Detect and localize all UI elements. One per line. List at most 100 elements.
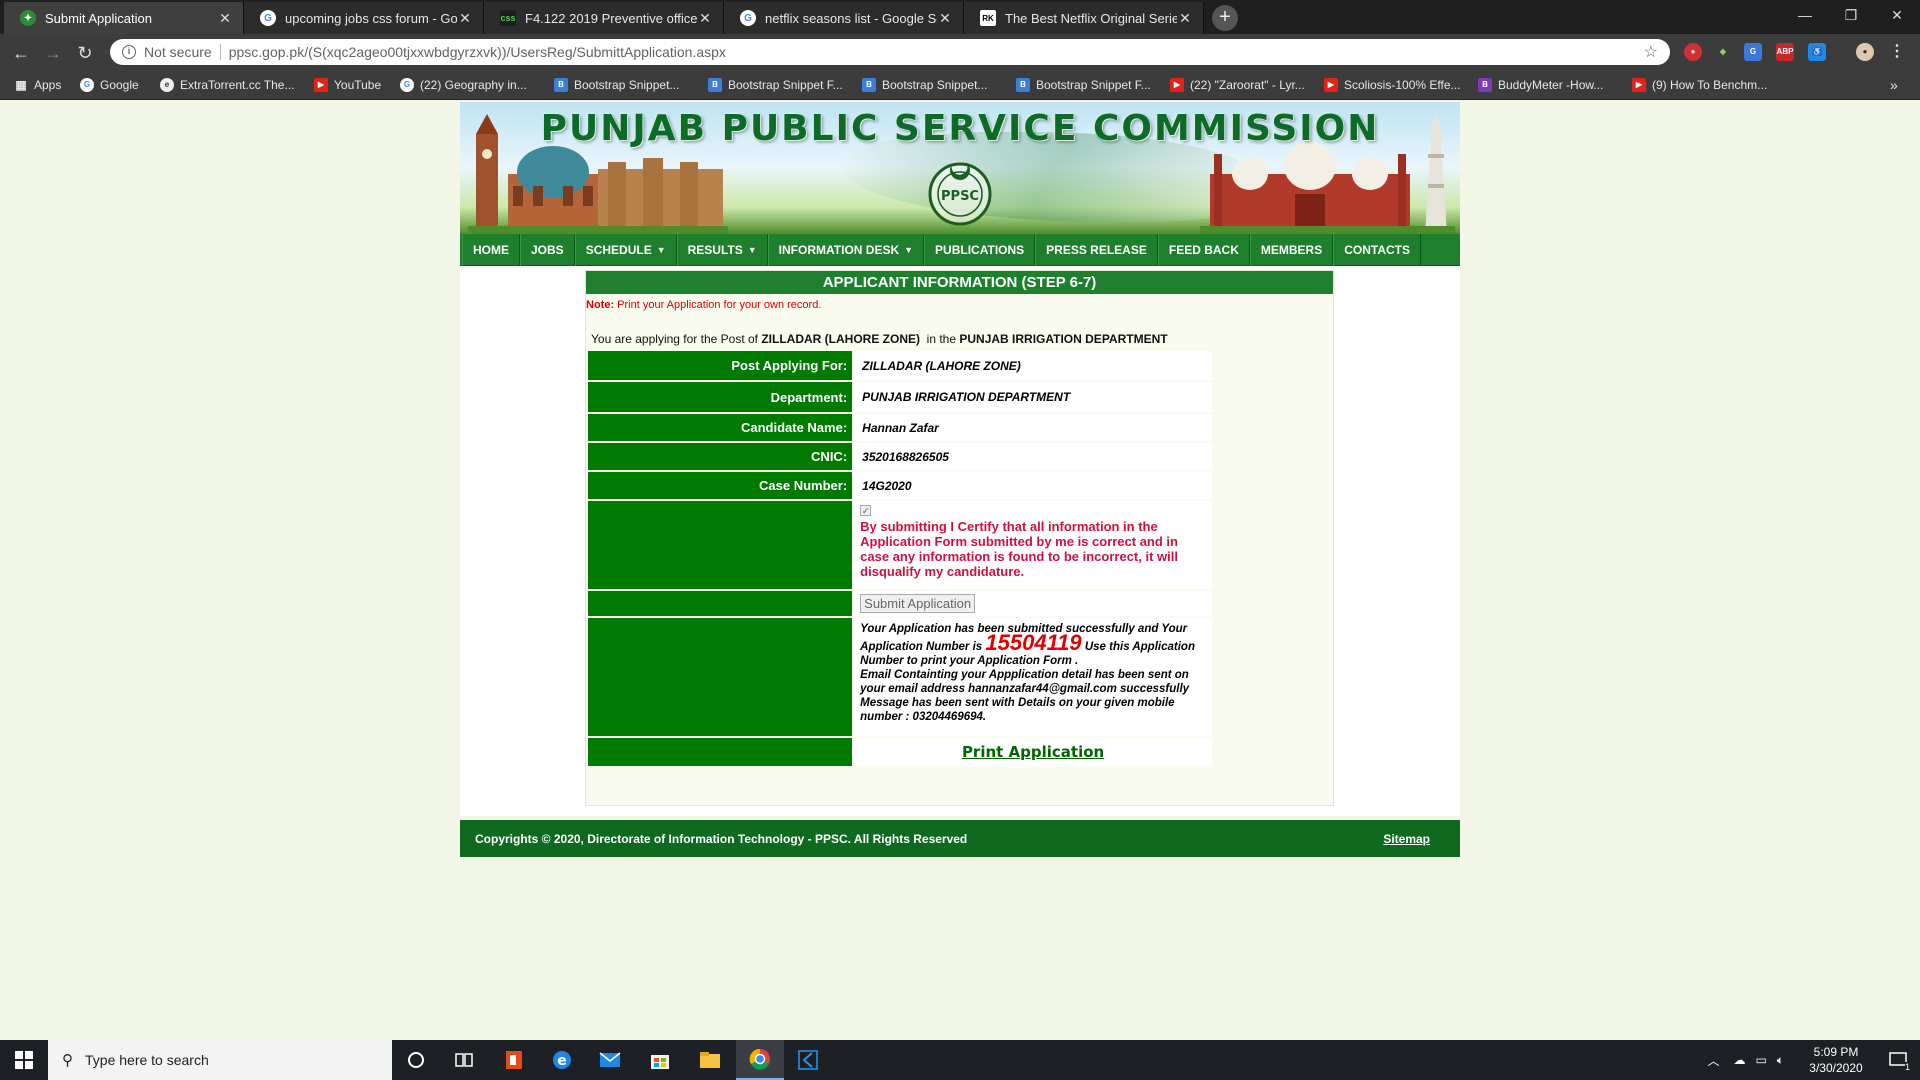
department-label: Department: [588,382,853,412]
post-label: Post Applying For: [588,351,853,380]
tab-submit-application[interactable]: ✦ Submit Application ✕ [4,2,244,34]
window-close-icon[interactable]: ✕ [1874,0,1920,30]
nav-press-release[interactable]: PRESS RELEASE [1035,234,1158,266]
store-icon[interactable] [636,1040,684,1080]
onedrive-icon[interactable]: ☁ [1733,1053,1745,1067]
menu-dots-icon[interactable]: ⋮ [1888,43,1906,61]
bookmark-google[interactable]: G Google [80,76,139,94]
adblock-plus-icon[interactable]: ABP [1776,43,1794,61]
nav-members[interactable]: MEMBERS [1249,234,1334,266]
bookmarks-overflow-button[interactable]: » [1890,76,1898,94]
extension-blue-icon[interactable]: ♿ [1808,43,1826,61]
file-explorer-icon[interactable] [686,1040,734,1080]
info-icon[interactable]: i [122,45,136,59]
caret-down-icon: ▼ [904,245,914,255]
nav-feed-back[interactable]: FEED BACK [1157,234,1250,266]
bookmark-label: YouTube [334,78,382,92]
notification-center-icon[interactable]: 1 [1876,1040,1920,1080]
nav-information-desk[interactable]: INFORMATION DESK ▼ [767,234,925,266]
nav-label: PUBLICATIONS [935,243,1025,257]
url-text[interactable]: ppsc.gop.pk/(S(xqc2ageo00tjxxwbdgyrzxvk)… [229,44,1644,60]
clock-date: 3/30/2020 [1809,1061,1863,1075]
profile-avatar[interactable]: ● [1856,43,1874,61]
close-icon[interactable]: ✕ [1177,10,1193,27]
minimize-icon[interactable]: — [1782,0,1828,30]
tab-title: netflix seasons list - Google Sear [765,10,937,26]
bookmark-bootstrap-1[interactable]: B Bootstrap Snippet... [554,76,679,94]
nav-results[interactable]: RESULTS ▼ [676,234,768,266]
tab-css-forum[interactable]: css F4.122 2019 Preventive officer - C ✕ [484,2,724,34]
tab-netflix-seasons[interactable]: G netflix seasons list - Google Sear ✕ [724,2,964,34]
clock[interactable]: 5:09 PM 3/30/2020 [1796,1044,1876,1076]
ppsc-site: PUNJAB PUBLIC SERVICE COMMISSION PPSC HO… [460,102,1460,857]
nav-label: JOBS [531,243,564,257]
browser-tab-bar: ✦ Submit Application ✕ G upcoming jobs c… [0,0,1920,34]
restore-icon[interactable]: ❐ [1828,0,1874,30]
nav-label: SCHEDULE [585,243,652,257]
cortana-icon[interactable] [392,1040,440,1080]
vscode-icon[interactable] [784,1040,832,1080]
nav-label: CONTACTS [1344,243,1410,257]
office-icon[interactable] [490,1040,538,1080]
bookmark-label: (22) "Zaroorat" - Lyr... [1190,78,1305,92]
bookmark-scoliosis[interactable]: ▶ Scoliosis-100% Effe... [1324,76,1461,94]
close-icon[interactable]: ✕ [217,10,233,27]
close-icon[interactable]: ✕ [457,10,473,27]
close-icon[interactable]: ✕ [697,10,713,27]
close-icon[interactable]: ✕ [937,10,953,27]
forward-arrow-icon[interactable]: → [42,42,64,64]
new-tab-button[interactable]: + [1212,5,1238,31]
nav-jobs[interactable]: JOBS [520,234,575,266]
bookmark-bootstrap-4[interactable]: B Bootstrap Snippet F... [1016,76,1151,94]
svg-text:e: e [557,1053,567,1069]
network-icon[interactable]: ▭ [1755,1053,1766,1067]
windows-start-button[interactable] [0,1040,48,1080]
bookmark-label: Google [100,78,139,92]
bootstrap-icon: B [708,78,722,92]
applicant-info-panel: APPLICANT INFORMATION (STEP 6-7) Note: P… [585,270,1334,806]
sitemap-link[interactable]: Sitemap [1383,832,1430,846]
bookmark-geography[interactable]: G (22) Geography in... [400,76,527,94]
nav-contacts[interactable]: CONTACTS [1333,234,1421,266]
reload-icon[interactable]: ↻ [74,42,96,64]
bookmark-bootstrap-2[interactable]: B Bootstrap Snippet F... [708,76,843,94]
extension-red-icon[interactable]: ● [1684,43,1702,61]
bookmark-benchmark[interactable]: ▶ (9) How To Benchm... [1632,76,1767,94]
chrome-icon[interactable] [736,1040,784,1080]
caret-down-icon: ▼ [747,245,757,255]
bookmark-extratorrent[interactable]: e ExtraTorrent.cc The... [160,76,295,94]
bookmark-buddymeter[interactable]: B BuddyMeter -How... [1478,76,1603,94]
chevron-up-icon[interactable]: ︿ [1707,1052,1719,1069]
bootstrap-icon: B [862,78,876,92]
table-row: ✓ By submitting I Certify that all infor… [588,501,1212,589]
certify-checkbox[interactable]: ✓ [860,505,872,516]
bookmark-youtube[interactable]: ▶ YouTube [314,76,381,94]
nav-publications[interactable]: PUBLICATIONS [924,234,1036,266]
submit-application-button[interactable]: Submit Application [860,594,976,613]
edge-icon[interactable]: e [538,1040,586,1080]
bookmark-star-icon[interactable]: ☆ [1644,42,1658,62]
table-row: CNIC: 3520168826505 [588,443,1212,470]
volume-icon[interactable]: 🔈︎ [1777,1053,1784,1068]
nav-home[interactable]: HOME [462,234,520,266]
extension-colorful-icon[interactable]: ◆ [1714,43,1732,61]
print-application-link[interactable]: Print Application [854,743,1212,761]
notification-count: 1 [1904,1062,1910,1072]
bookmark-apps[interactable]: ▦ Apps [14,76,61,94]
nav-schedule[interactable]: SCHEDULE ▼ [574,234,677,266]
taskbar-search[interactable]: ⚲ Type here to search [48,1040,392,1080]
address-bar[interactable]: i Not secure ppsc.gop.pk/(S(xqc2ageo00tj… [110,39,1670,65]
application-number: 15504119 [985,630,1082,655]
tab-upcoming-jobs[interactable]: G upcoming jobs css forum - Goog ✕ [244,2,484,34]
apps-grid-icon: ▦ [15,78,27,92]
task-view-icon[interactable] [440,1040,488,1080]
case-number-label: Case Number: [588,472,853,499]
tab-netflix-original[interactable]: RK The Best Netflix Original Series R ✕ [964,2,1204,34]
google-translate-icon[interactable]: G [1744,43,1762,61]
bookmark-bootstrap-3[interactable]: B Bootstrap Snippet... [862,76,987,94]
mail-icon[interactable] [586,1040,634,1080]
bookmark-zaroorat[interactable]: ▶ (22) "Zaroorat" - Lyr... [1170,76,1305,94]
table-row: Your Application has been submitted succ… [588,618,1212,736]
back-arrow-icon[interactable]: ← [10,42,32,64]
clock-time: 5:09 PM [1813,1045,1859,1059]
